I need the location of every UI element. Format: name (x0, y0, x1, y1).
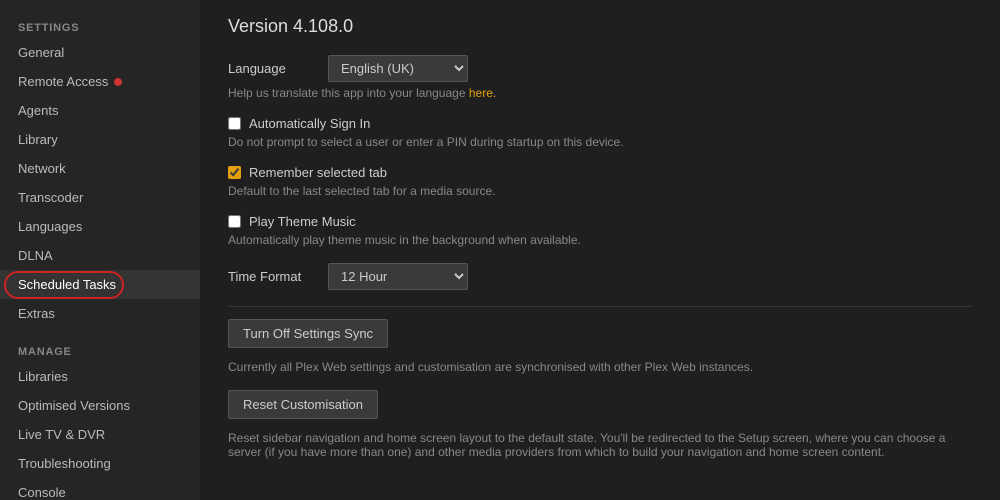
sidebar-item-dlna[interactable]: DLNA (0, 241, 200, 270)
sidebar-item-label: Scheduled Tasks (18, 277, 116, 292)
sidebar-item-label: Languages (18, 219, 82, 234)
reset-help: Reset sidebar navigation and home screen… (228, 431, 972, 459)
sidebar-item-remote-access[interactable]: Remote Access (0, 67, 200, 96)
alert-icon (114, 78, 122, 86)
time-format-section: Time Format 12 Hour 24 Hour (228, 263, 972, 290)
sidebar-item-label: Libraries (18, 369, 68, 384)
sidebar-item-optimised-versions[interactable]: Optimised Versions (0, 391, 200, 420)
sidebar-item-label: Optimised Versions (18, 398, 130, 413)
sidebar-item-extras[interactable]: Extras (0, 299, 200, 328)
sidebar-item-languages[interactable]: Languages (0, 212, 200, 241)
remember-tab-help: Default to the last selected tab for a m… (228, 184, 972, 198)
reset-button[interactable]: Reset Customisation (228, 390, 378, 419)
auto-sign-in-checkbox[interactable] (228, 117, 241, 130)
sidebar-item-label: Network (18, 161, 66, 176)
play-theme-label[interactable]: Play Theme Music (249, 214, 356, 229)
sidebar-item-label: Extras (18, 306, 55, 321)
language-row: Language English (UK) English (US) Franç… (228, 55, 972, 82)
language-link[interactable]: here. (469, 86, 496, 100)
sidebar-item-library[interactable]: Library (0, 125, 200, 154)
auto-sign-in-row: Automatically Sign In (228, 116, 972, 131)
sync-help: Currently all Plex Web settings and cust… (228, 360, 972, 374)
version-title: Version 4.108.0 (228, 16, 972, 37)
sidebar-item-agents[interactable]: Agents (0, 96, 200, 125)
time-format-label: Time Format (228, 269, 328, 284)
auto-sign-in-section: Automatically Sign In Do not prompt to s… (228, 116, 972, 149)
sidebar-item-label: General (18, 45, 64, 60)
sidebar-item-console[interactable]: Console (0, 478, 200, 500)
auto-sign-in-label[interactable]: Automatically Sign In (249, 116, 370, 131)
divider-1 (228, 306, 972, 307)
manage-section-label: Manage (0, 338, 200, 362)
sidebar-item-troubleshooting[interactable]: Troubleshooting (0, 449, 200, 478)
sidebar-item-live-tv-dvr[interactable]: Live TV & DVR (0, 420, 200, 449)
language-label: Language (228, 61, 328, 76)
sidebar-item-label: Troubleshooting (18, 456, 111, 471)
auto-sign-in-help: Do not prompt to select a user or enter … (228, 135, 972, 149)
remember-tab-row: Remember selected tab (228, 165, 972, 180)
sidebar-item-label: Agents (18, 103, 58, 118)
sidebar-item-network[interactable]: Network (0, 154, 200, 183)
main-content: Version 4.108.0 Language English (UK) En… (200, 0, 1000, 500)
sidebar-item-general[interactable]: General (0, 38, 200, 67)
play-theme-section: Play Theme Music Automatically play them… (228, 214, 972, 247)
sync-section: Turn Off Settings Sync Currently all Ple… (228, 319, 972, 374)
play-theme-checkbox[interactable] (228, 215, 241, 228)
time-format-select[interactable]: 12 Hour 24 Hour (328, 263, 468, 290)
language-section: Language English (UK) English (US) Franç… (228, 55, 972, 100)
sidebar: Settings General Remote Access Agents Li… (0, 0, 200, 500)
language-select[interactable]: English (UK) English (US) Français Deuts… (328, 55, 468, 82)
play-theme-row: Play Theme Music (228, 214, 972, 229)
settings-section-label: Settings (0, 14, 200, 38)
sidebar-item-label: DLNA (18, 248, 53, 263)
sidebar-item-label: Console (18, 485, 66, 500)
time-format-row: Time Format 12 Hour 24 Hour (228, 263, 972, 290)
sidebar-item-label: Library (18, 132, 58, 147)
play-theme-help: Automatically play theme music in the ba… (228, 233, 972, 247)
remember-tab-label[interactable]: Remember selected tab (249, 165, 387, 180)
remember-tab-section: Remember selected tab Default to the las… (228, 165, 972, 198)
sidebar-item-transcoder[interactable]: Transcoder (0, 183, 200, 212)
sidebar-item-label: Transcoder (18, 190, 83, 205)
sidebar-item-label: Remote Access (18, 74, 108, 89)
remember-tab-checkbox[interactable] (228, 166, 241, 179)
sidebar-item-label: Live TV & DVR (18, 427, 105, 442)
language-help: Help us translate this app into your lan… (228, 86, 972, 100)
turn-off-sync-button[interactable]: Turn Off Settings Sync (228, 319, 388, 348)
sidebar-item-libraries[interactable]: Libraries (0, 362, 200, 391)
reset-section: Reset Customisation Reset sidebar naviga… (228, 390, 972, 459)
sidebar-item-scheduled-tasks[interactable]: Scheduled Tasks (0, 270, 200, 299)
